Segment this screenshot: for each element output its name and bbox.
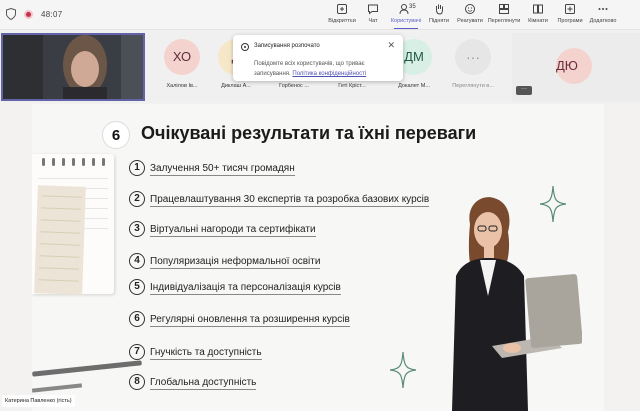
view-icon: [499, 4, 509, 14]
toolbar-status: 48:07: [6, 8, 63, 20]
item-text: Регулярні оновлення та розширення курсів: [150, 314, 350, 327]
more-button[interactable]: ···: [516, 86, 532, 95]
item-text: Гнучкість та доступність: [150, 347, 262, 360]
section-number-badge: 6: [102, 121, 130, 149]
more-options-button[interactable]: Додатково: [583, 3, 623, 29]
item-number: 5: [129, 279, 145, 295]
item-number: 3: [129, 221, 145, 237]
more-participants-icon: ···: [455, 39, 491, 75]
recording-indicator-icon: [24, 9, 33, 19]
recording-notification: Записування розпочато ✕ Повідомте всіх к…: [233, 35, 403, 81]
pen-illustration: [32, 383, 83, 393]
open-icon: [337, 4, 347, 14]
self-video-feed: [3, 35, 143, 99]
privacy-policy-link[interactable]: Політика конфіденційності: [292, 71, 366, 77]
apps-icon: [565, 4, 575, 14]
sticky-notes-illustration: [34, 185, 86, 295]
meeting-toolbar: 48:07 Відкриттєи Чат 35 Користувачі Підн…: [0, 0, 640, 30]
item-text: Залучення 50+ тисяч громадян: [150, 163, 295, 176]
woman-with-laptop-illustration: [452, 197, 582, 411]
participant-name: Геті Кріст...: [338, 83, 366, 89]
active-tab-indicator: [394, 27, 418, 29]
participant-count: 35: [409, 4, 416, 10]
item-text: Працевлаштування 30 експертів та розробк…: [150, 194, 430, 207]
shield-icon: [6, 8, 16, 20]
notification-body: Повідомте всіх користувачів, що триває з…: [254, 59, 394, 79]
recording-icon: [241, 43, 249, 51]
sparkle-icon: [390, 352, 416, 388]
view-all-label: Переглянути в...: [452, 83, 494, 89]
notification-title: Записування розпочато: [254, 43, 320, 49]
item-number: 2: [129, 191, 145, 207]
presenter-name-tag: Катерина Павленко (гість): [2, 395, 75, 407]
item-number: 4: [129, 253, 145, 269]
item-number: 7: [129, 344, 145, 360]
participant-name: Докалет М...: [398, 83, 430, 89]
participant-strip: ХО Халілов Ів... Д Диклаш А... Горбенос …: [0, 31, 640, 103]
slide-title: Очікувані результати та їхні переваги: [141, 123, 477, 143]
item-number: 6: [129, 311, 145, 327]
rooms-icon: [533, 4, 543, 14]
chat-icon: [368, 4, 378, 15]
item-number: 8: [129, 374, 145, 390]
more-icon: [598, 8, 608, 10]
meeting-timer: 48:07: [41, 9, 63, 19]
participant-tile[interactable]: ХО Халілов Ів...: [156, 39, 208, 89]
participant-name: Горбенос ...: [279, 83, 309, 89]
close-icon[interactable]: ✕: [387, 40, 395, 51]
item-number: 1: [129, 160, 145, 176]
participant-name: Халілов Ів...: [166, 83, 198, 89]
teams-meeting-window: 48:07 Відкриттєи Чат 35 Користувачі Підн…: [0, 0, 640, 411]
item-text: Популяризація неформальної освіти: [150, 256, 321, 269]
item-text: Віртуальні нагороди та сертифікати: [150, 224, 316, 237]
shared-presentation-slide: 6 Очікувані результати та їхні переваги …: [32, 104, 604, 411]
avatar: ДЮ: [556, 48, 592, 84]
avatar: ХО: [164, 39, 200, 75]
view-all-participants-tile[interactable]: ··· Переглянути в...: [447, 39, 499, 89]
raise-hand-icon: [436, 4, 443, 15]
react-icon: [465, 4, 475, 14]
participant-name: Диклаш А...: [221, 83, 251, 89]
more-options-label: Додатково: [589, 18, 617, 24]
self-video-tile[interactable]: [1, 33, 145, 101]
item-text: Індивідуалізація та персоналізація курсі…: [150, 282, 341, 295]
pencil-illustration: [32, 360, 142, 377]
item-text: Глобальна доступність: [150, 377, 257, 390]
